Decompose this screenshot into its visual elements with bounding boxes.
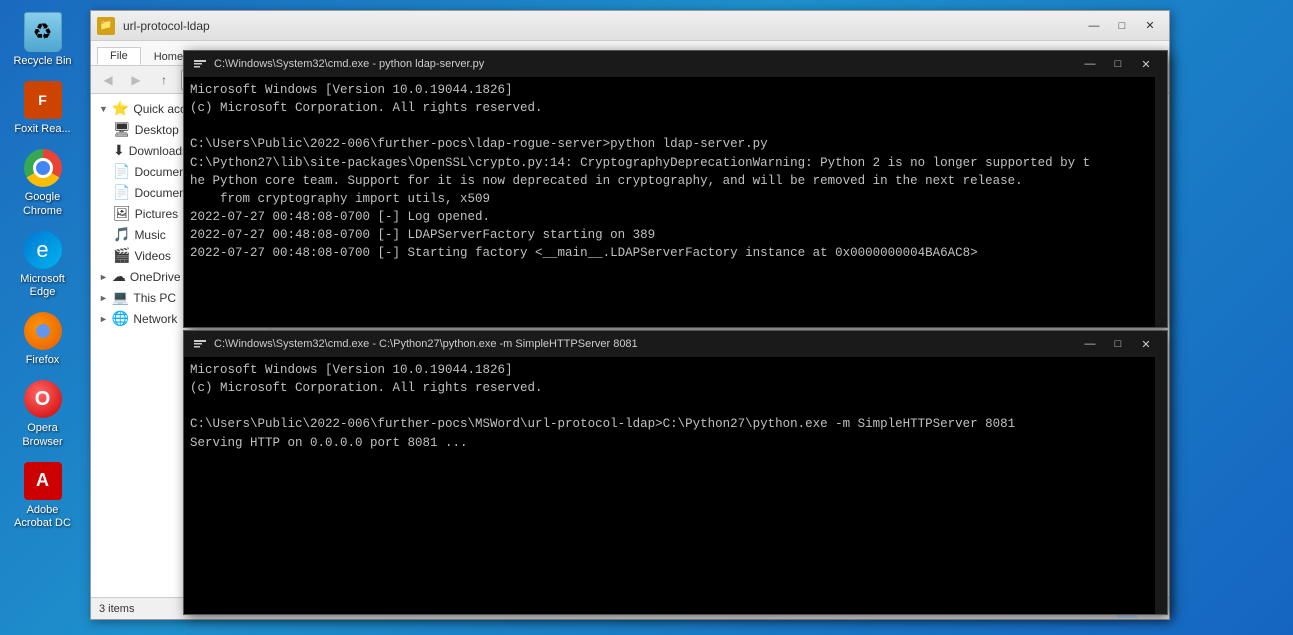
opera-label: OperaBrowser: [22, 422, 62, 448]
minimize-button[interactable]: —: [1081, 16, 1107, 36]
tab-file[interactable]: File: [97, 47, 141, 65]
firefox-icon: [23, 311, 63, 351]
recycle-bin-icon: [23, 12, 63, 52]
cmd-ldap-close[interactable]: ✕: [1133, 54, 1159, 74]
cmd-http-maximize[interactable]: □: [1105, 334, 1131, 354]
desktop-icons: Recycle Bin F Foxit Rea... GoogleChrome …: [0, 0, 85, 635]
desktop-icon-opera[interactable]: O OperaBrowser: [7, 375, 79, 452]
back-button[interactable]: ◀: [97, 69, 119, 91]
desktop-icon-adobe[interactable]: A AdobeAcrobat DC: [7, 457, 79, 534]
adobe-label: AdobeAcrobat DC: [14, 504, 71, 530]
desktop-icon-firefox[interactable]: Firefox: [7, 307, 79, 371]
cmd-window-ldap: C:\Windows\System32\cmd.exe - python lda…: [183, 50, 1168, 328]
sidebar-thispc-label: This PC: [133, 291, 176, 305]
foxit-icon: F: [23, 80, 63, 120]
desktop-icon-foxit[interactable]: F Foxit Rea...: [7, 76, 79, 140]
cmd-ldap-minimize[interactable]: —: [1077, 54, 1103, 74]
status-text: 3 items: [99, 603, 134, 615]
cmd-http-body: Microsoft Windows [Version 10.0.19044.18…: [184, 357, 1167, 614]
cmd-ldap-controls: — □ ✕: [1077, 54, 1159, 74]
cmd-http-titlebar: C:\Windows\System32\cmd.exe - C:\Python2…: [184, 331, 1167, 357]
cmd-ldap-scrollbar[interactable]: [1155, 77, 1167, 327]
foxit-label: Foxit Rea...: [14, 123, 70, 136]
file-explorer-controls: — □ ✕: [1081, 16, 1163, 36]
sidebar-onedrive-label: OneDrive: [130, 270, 181, 284]
chrome-icon: [23, 148, 63, 188]
sidebar-desktop-label: Desktop: [135, 123, 179, 137]
folder-title-icon: 📁: [97, 17, 115, 35]
cmd-ldap-maximize[interactable]: □: [1105, 54, 1131, 74]
desktop-icon-edge[interactable]: e MicrosoftEdge: [7, 226, 79, 303]
sidebar-network-label: Network: [133, 312, 177, 326]
file-explorer-title: url-protocol-ldap: [123, 19, 1077, 33]
adobe-icon: A: [23, 461, 63, 501]
file-explorer-titlebar: 📁 url-protocol-ldap — □ ✕: [91, 11, 1169, 41]
desktop-icon-chrome[interactable]: GoogleChrome: [7, 144, 79, 221]
cmd-http-title: C:\Windows\System32\cmd.exe - C:\Python2…: [214, 338, 1071, 350]
cmd-ldap-body: Microsoft Windows [Version 10.0.19044.18…: [184, 77, 1167, 327]
cmd-ldap-title: C:\Windows\System32\cmd.exe - python lda…: [214, 58, 1071, 70]
cmd-http-minimize[interactable]: —: [1077, 334, 1103, 354]
sidebar-downloads-label: Downloads: [129, 144, 188, 158]
maximize-button[interactable]: □: [1109, 16, 1135, 36]
chrome-label: GoogleChrome: [23, 191, 62, 217]
sidebar-music-label: Music: [134, 228, 165, 242]
sidebar-pictures-label: Pictures: [135, 207, 178, 221]
forward-button[interactable]: ▶: [125, 69, 147, 91]
firefox-label: Firefox: [26, 354, 60, 367]
close-button[interactable]: ✕: [1137, 16, 1163, 36]
cmd-http-close[interactable]: ✕: [1133, 334, 1159, 354]
edge-label: MicrosoftEdge: [20, 273, 65, 299]
cmd-http-controls: — □ ✕: [1077, 334, 1159, 354]
cmd-ldap-content: Microsoft Windows [Version 10.0.19044.18…: [184, 77, 1155, 327]
recycle-bin-label: Recycle Bin: [13, 55, 71, 68]
cmd-ldap-titlebar: C:\Windows\System32\cmd.exe - python lda…: [184, 51, 1167, 77]
desktop-icon-recycle-bin[interactable]: Recycle Bin: [7, 8, 79, 72]
sidebar-videos-label: Videos: [134, 249, 170, 263]
edge-icon: e: [23, 230, 63, 270]
cmd-ldap-title-icon: [192, 56, 208, 72]
cmd-http-scrollbar[interactable]: [1155, 357, 1167, 614]
opera-icon: O: [23, 379, 63, 419]
cmd-window-http: C:\Windows\System32\cmd.exe - C:\Python2…: [183, 330, 1168, 615]
cmd-http-title-icon: [192, 336, 208, 352]
cmd-http-content: Microsoft Windows [Version 10.0.19044.18…: [184, 357, 1155, 614]
up-button[interactable]: ↑: [153, 69, 175, 91]
